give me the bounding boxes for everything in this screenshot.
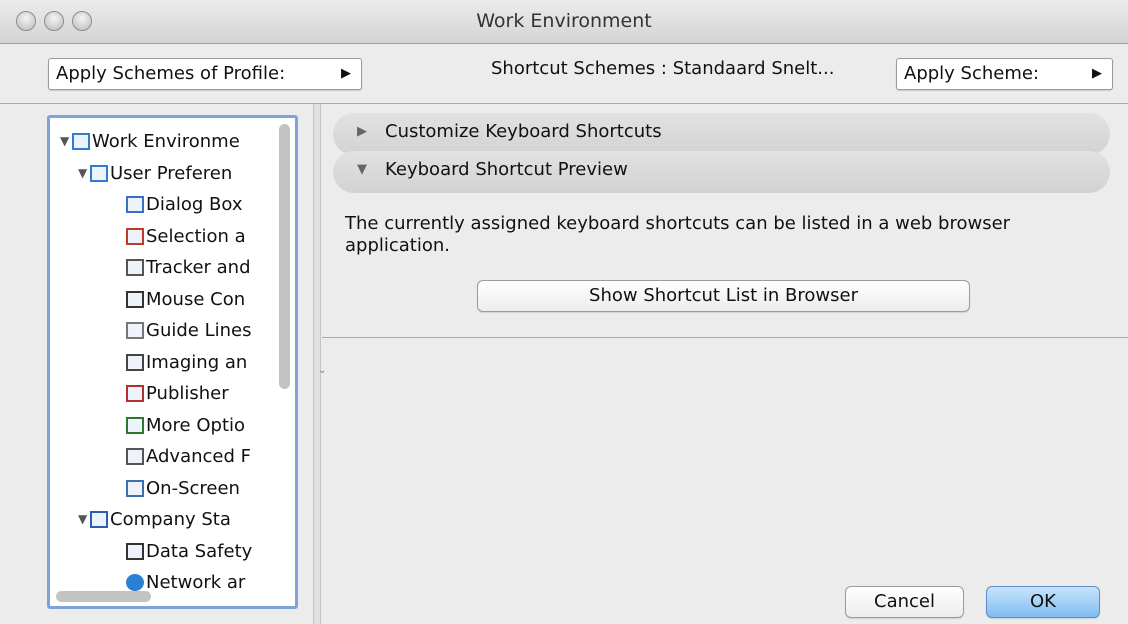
settings-tree[interactable]: ▼ Work Environme ▼ User Preferen Dialog Box S… [47,115,298,609]
toolbar-divider [0,103,1128,104]
cancel-button[interactable]: Cancel [845,586,964,618]
title-bar: Work Environment [0,0,1128,44]
splitter-handle-icon: ⌄ [318,365,327,376]
panel-splitter[interactable] [313,104,321,624]
company-standards-icon [90,511,108,528]
tree-item-label: Company Sta [110,509,231,530]
tree-horizontal-scrollbar[interactable] [56,591,151,602]
disclosure-down-icon[interactable]: ▼ [60,127,69,156]
more-options-icon [126,416,144,434]
tree-item-label: Data Safety [146,540,253,562]
show-shortcut-list-button[interactable]: Show Shortcut List in Browser [477,280,970,312]
work-environment-icon [72,133,90,150]
disclosure-right-icon: ▶ [357,124,367,139]
tree-item-label: More Optio [146,414,246,436]
tree-item-label: Work Environme [92,131,240,152]
tree-item-label: Guide Lines [146,320,252,341]
dialog-boxes-icon [126,196,144,213]
popup-arrow-icon: ▶ [1092,66,1102,81]
tree-item-label: Publisher [146,383,229,404]
disclosure-down-icon: ▼ [357,162,367,177]
tree-item-label: Mouse Con [146,288,246,310]
tree-item-label: Network ar [146,572,246,593]
tree-item-label: Tracker and [146,257,251,278]
publisher-icon [126,385,144,402]
tree-item-label: Advanced F [146,446,251,467]
tree-item-label: User Preferen [110,162,233,184]
advanced-icon [126,448,144,465]
tracker-icon [126,259,144,276]
tree-vertical-scrollbar[interactable] [279,124,290,389]
apply-scheme-label: Apply Scheme: [904,63,1040,84]
apply-profile-popup[interactable]: Apply Schemes of Profile: ▶ [48,58,362,90]
user-preferences-icon [90,164,108,182]
customize-shortcuts-header[interactable]: ▶ Customize Keyboard Shortcuts [333,113,1110,155]
disclosure-down-icon[interactable]: ▼ [78,159,87,188]
selection-icon [126,227,144,245]
preview-description: The currently assigned keyboard shortcut… [345,213,1011,256]
shortcut-schemes-label: Shortcut Schemes : Standaard Snelt... [491,58,835,79]
disclosure-down-icon[interactable]: ▼ [78,505,87,534]
ok-button[interactable]: OK [986,586,1100,618]
tree-item-label: Selection a [146,225,246,247]
shortcut-preview-label: Keyboard Shortcut Preview [385,159,628,180]
tree-item-label: On-Screen [146,477,240,499]
tree-item-label: Dialog Box [146,194,243,215]
shortcut-preview-header[interactable]: ▼ Keyboard Shortcut Preview [333,151,1110,193]
window-title: Work Environment [476,10,652,32]
on-screen-icon [126,479,144,497]
network-icon [126,574,144,591]
data-safety-icon [126,542,144,560]
apply-profile-label: Apply Schemes of Profile: [56,63,286,84]
mouse-icon [126,290,144,308]
guide-lines-icon [126,322,144,339]
customize-shortcuts-label: Customize Keyboard Shortcuts [385,121,662,142]
apply-scheme-popup[interactable]: Apply Scheme: ▶ [896,58,1113,90]
popup-arrow-icon: ▶ [341,66,351,81]
tree-item-label: Imaging an [146,351,248,373]
content-divider [322,337,1128,338]
imaging-icon [126,353,144,371]
